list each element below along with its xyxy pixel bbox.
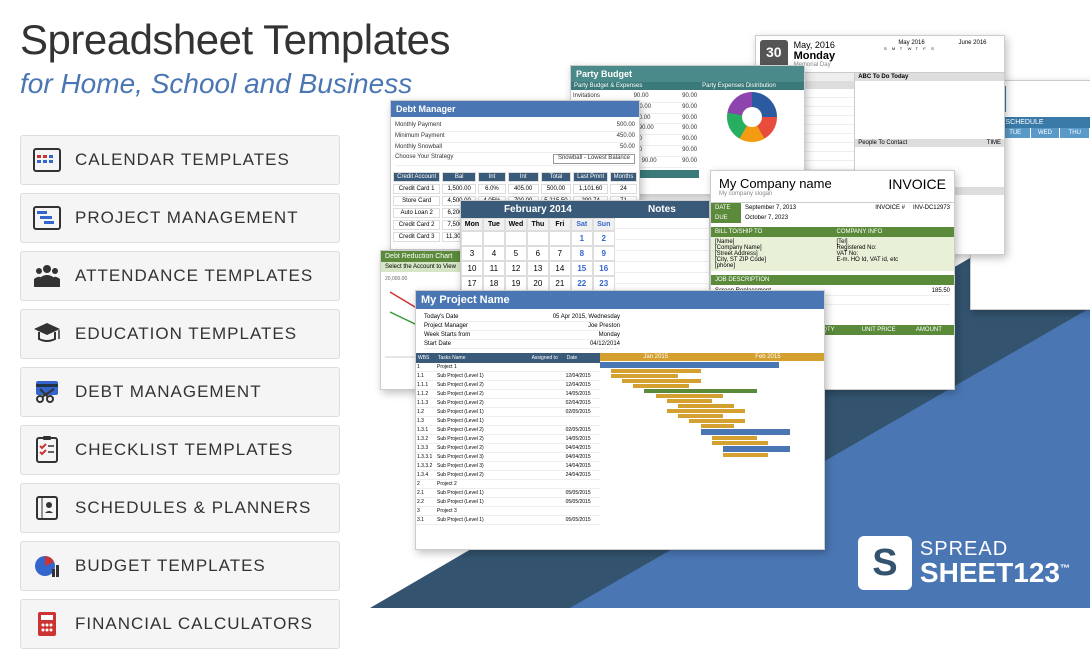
party-sec1: Party Budget & Expenses [571, 82, 699, 90]
cat-label: SCHEDULES & PLANNERS [75, 498, 311, 518]
gantt-rows: 1Project 11.1Sub Project (Level 1)12/04/… [416, 363, 600, 525]
debt-value: 500.00 [617, 122, 635, 130]
logo-s-icon: S [858, 536, 912, 590]
gantt-bars [600, 362, 824, 457]
book-icon [31, 492, 63, 524]
cat-schedules[interactable]: SCHEDULES & PLANNERS [20, 483, 340, 533]
planner-daynum: 30 [760, 40, 788, 68]
logo-line1: SPREAD [920, 539, 1070, 559]
party-title: Party Budget [571, 66, 804, 82]
invoice-date: September 7, 2013 [741, 203, 859, 213]
calculator-icon [31, 608, 63, 640]
cat-label: ATTENDANCE TEMPLATES [75, 266, 313, 286]
cat-education[interactable]: EDUCATION TEMPLATES [20, 309, 340, 359]
invoice-num: INV-DC12973 [909, 203, 954, 213]
party-sec2: Party Expenses Distribution [699, 82, 804, 90]
cat-label: FINANCIAL CALCULATORS [75, 614, 313, 634]
logo-line2: SHEET123 [920, 557, 1060, 588]
calendar-title: February 2014 [461, 201, 615, 218]
template-collage: AUG 2016 WEEKLY SCHEDULE MON TUE WED THU… [380, 35, 1080, 555]
debt-label: Monthly Payment [395, 122, 441, 130]
cat-financial[interactable]: FINANCIAL CALCULATORS [20, 599, 340, 649]
cat-label: PROJECT MANAGEMENT [75, 208, 299, 228]
planner-todo: ABC To Do Today [855, 73, 1004, 81]
cat-calendar[interactable]: CALENDAR TEMPLATES [20, 135, 340, 185]
debt-title: Debt Manager [391, 101, 639, 117]
donut-chart-icon [727, 92, 777, 142]
invoice-company: My Company name [719, 176, 832, 191]
cat-label: DEBT MANAGEMENT [75, 382, 262, 402]
weekly-dow: WED [1030, 128, 1060, 138]
invoice-title: INVOICE [888, 176, 946, 197]
gantt-title: My Project Name [416, 291, 824, 309]
invoice-slogan: My company slogan [719, 191, 832, 197]
cat-label: EDUCATION TEMPLATES [75, 324, 297, 344]
cat-budget[interactable]: BUDGET TEMPLATES [20, 541, 340, 591]
calendar-icon [31, 144, 63, 176]
invoice-billto: BILL TO/SHIP TO [711, 227, 833, 237]
mini-cal2: June 2016 [945, 40, 1000, 46]
planner-dow: Monday [794, 50, 878, 62]
cat-label: BUDGET TEMPLATES [75, 556, 266, 576]
brand-logo: S SPREAD SHEET123™ [858, 536, 1070, 590]
invoice-date-label: DATE [711, 203, 741, 213]
scissors-card-icon [31, 376, 63, 408]
people-icon [31, 260, 63, 292]
cat-debt[interactable]: DEBT MANAGEMENT [20, 367, 340, 417]
pie-chart-icon [31, 550, 63, 582]
invoice-desc-header: JOB DESCRIPTION [711, 275, 954, 285]
planner-time: TIME [987, 140, 1001, 146]
page-subtitle: for Home, School and Business [20, 68, 412, 100]
invoice-due: October 7, 2023 [741, 213, 792, 223]
category-list: CALENDAR TEMPLATES PROJECT MANAGEMENT AT… [20, 135, 340, 657]
sheet-gantt: My Project Name Today's Date05 Apr 2015,… [415, 290, 825, 550]
cat-attendance[interactable]: ATTENDANCE TEMPLATES [20, 251, 340, 301]
invoice-due-label: DUE [711, 213, 741, 223]
cat-label: CALENDAR TEMPLATES [75, 150, 290, 170]
graduation-icon [31, 318, 63, 350]
gantt-icon [31, 202, 63, 234]
weekly-dow: THU [1059, 128, 1089, 138]
logo-tm: ™ [1060, 564, 1070, 575]
invoice-companyinfo: COMPANY INFO [833, 227, 955, 237]
cat-label: CHECKLIST TEMPLATES [75, 440, 293, 460]
planner-sub: Memorial Day [794, 62, 878, 68]
cat-checklist[interactable]: CHECKLIST TEMPLATES [20, 425, 340, 475]
calendar-notes: Notes [615, 201, 709, 218]
planner-month: May, 2016 [794, 40, 878, 50]
invoice-num-label: INVOICE # [859, 203, 909, 213]
cat-project[interactable]: PROJECT MANAGEMENT [20, 193, 340, 243]
planner-contacts: People To Contact [858, 140, 907, 146]
checklist-icon [31, 434, 63, 466]
